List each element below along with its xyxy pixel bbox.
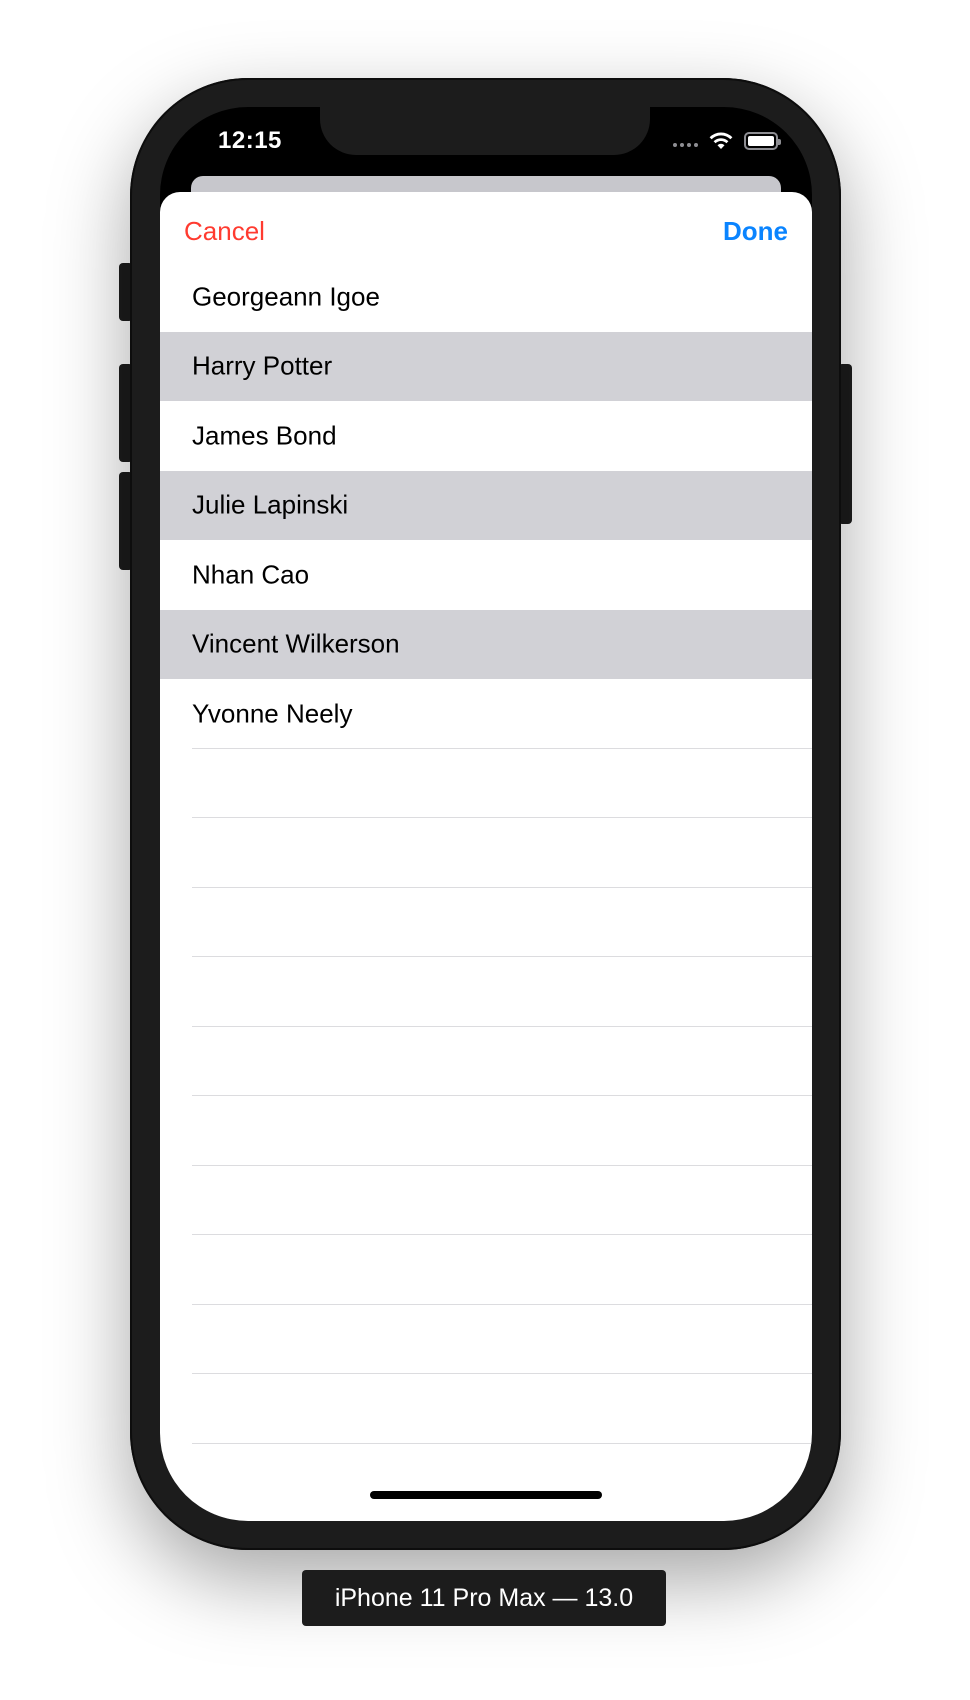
- list-item[interactable]: Yvonne Neely: [160, 679, 812, 749]
- list-item[interactable]: James Bond: [160, 401, 812, 471]
- empty-row: [160, 1027, 812, 1097]
- empty-row: [160, 1166, 812, 1236]
- empty-row: [160, 888, 812, 958]
- list-item-label: Harry Potter: [192, 350, 333, 381]
- picker-sheet: Cancel Done Georgeann Igoe Harry Potter …: [160, 192, 812, 1521]
- empty-row: [160, 749, 812, 819]
- status-time: 12:15: [218, 127, 282, 154]
- sheet-nav-bar: Cancel Done: [160, 192, 812, 270]
- list-item-label: Julie Lapinski: [192, 489, 349, 520]
- cellular-signal-icon: [673, 135, 698, 147]
- list-item[interactable]: Harry Potter: [160, 331, 812, 401]
- home-indicator[interactable]: [370, 1491, 602, 1499]
- device-screen: 12:15 Cancel Done Georgeann Igoe Harry P…: [160, 107, 812, 1521]
- empty-row: [160, 1305, 812, 1375]
- names-list: Georgeann Igoe Harry Potter James Bond J…: [160, 262, 812, 1444]
- empty-row: [160, 957, 812, 1027]
- list-item-label: Nhan Cao: [192, 559, 310, 590]
- battery-icon: [744, 132, 781, 150]
- device-name-label: iPhone 11 Pro Max — 13.0: [302, 1570, 666, 1626]
- simulator-window: 12:15 Cancel Done Georgeann Igoe Harry P…: [0, 0, 970, 1700]
- wifi-icon: [709, 132, 733, 149]
- cancel-button[interactable]: Cancel: [184, 216, 265, 247]
- list-item-label: Yvonne Neely: [192, 698, 353, 729]
- done-button[interactable]: Done: [723, 216, 788, 247]
- list-item[interactable]: Georgeann Igoe: [160, 262, 812, 332]
- notch: [320, 107, 650, 155]
- list-item-label: Vincent Wilkerson: [192, 628, 400, 659]
- list-item[interactable]: Nhan Cao: [160, 540, 812, 610]
- list-item[interactable]: Julie Lapinski: [160, 470, 812, 540]
- empty-row: [160, 1096, 812, 1166]
- status-icons: [673, 131, 781, 151]
- empty-row: [160, 1235, 812, 1305]
- list-item[interactable]: Vincent Wilkerson: [160, 609, 812, 679]
- empty-row: [160, 818, 812, 888]
- empty-row: [160, 1374, 812, 1444]
- list-item-label: Georgeann Igoe: [192, 281, 380, 312]
- list-item-label: James Bond: [192, 420, 337, 451]
